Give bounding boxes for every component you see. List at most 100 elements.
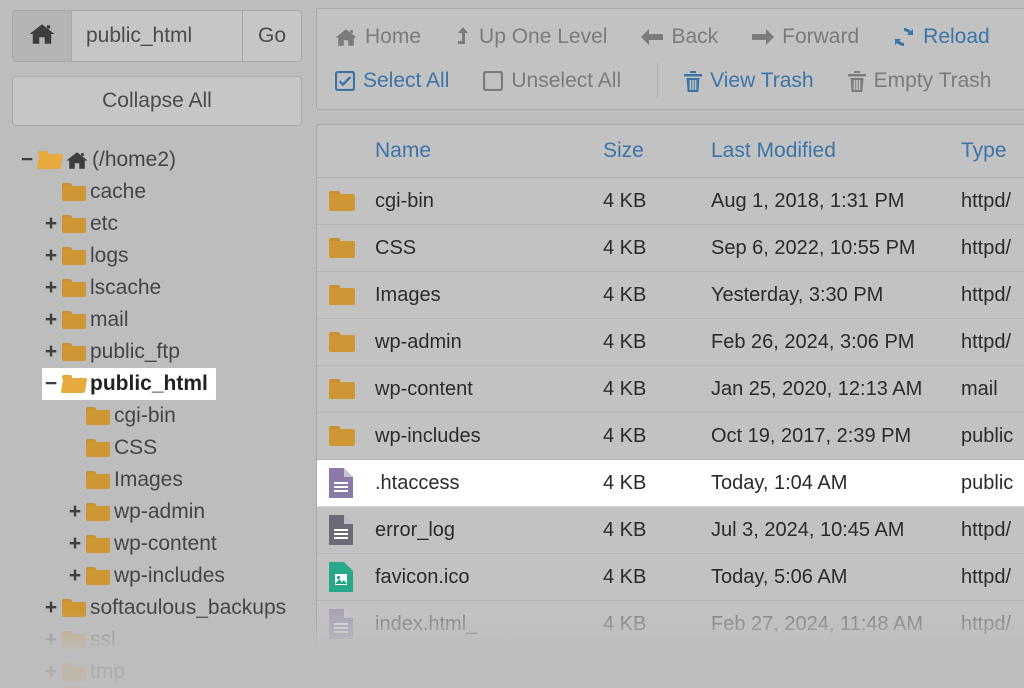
tree-item-cache[interactable]: cache: [42, 176, 302, 208]
toolbar-button-empty-trash[interactable]: Empty Trash: [847, 69, 992, 93]
expand-toggle-icon[interactable]: +: [66, 500, 84, 524]
tree-item-images[interactable]: Images: [66, 464, 302, 496]
expand-toggle-icon[interactable]: +: [42, 212, 60, 236]
toolbar-button-view-trash[interactable]: View Trash: [684, 69, 814, 93]
file-row[interactable]: wp-includes 4 KB Oct 19, 2017, 2:39 PM publ…: [317, 413, 1024, 460]
toggle-spacer: [66, 468, 84, 492]
tree-item-tmp[interactable]: + tmp: [42, 656, 302, 688]
file-row[interactable]: .htaccess 4 KB Today, 1:04 AM public: [317, 460, 1024, 507]
file-name-cell: cgi-bin: [375, 189, 434, 212]
folder-icon: [62, 311, 86, 329]
folder-icon: [86, 567, 110, 585]
file-row[interactable]: wp-admin 4 KB Feb 26, 2024, 3:06 PM httpd/: [317, 319, 1024, 366]
trash-icon: [684, 70, 703, 92]
file-type-cell: httpd/: [961, 330, 1012, 353]
file-modified-cell: Oct 19, 2017, 2:39 PM: [711, 424, 912, 447]
file-type-cell: httpd/: [961, 236, 1012, 259]
file-row[interactable]: Images 4 KB Yesterday, 3:30 PM httpd/: [317, 272, 1024, 319]
column-header-size[interactable]: Size: [603, 139, 711, 163]
folder-icon: [62, 279, 86, 297]
toolbar-button-back[interactable]: Back: [641, 25, 718, 49]
file-size-cell: 4 KB: [603, 565, 647, 588]
expand-toggle-icon[interactable]: +: [42, 308, 60, 332]
file-row[interactable]: favicon.ico 4 KB Today, 5:06 AM httpd/: [317, 554, 1024, 601]
folder-icon: [329, 285, 355, 305]
home-button[interactable]: [12, 10, 71, 62]
column-header-type[interactable]: Type: [961, 139, 1024, 163]
file-modified-cell: Today, 1:04 AM: [711, 471, 848, 494]
toolbar-button-label: View Trash: [710, 69, 814, 92]
folder-icon: [329, 426, 355, 446]
file-type-cell: public: [961, 424, 1014, 447]
column-header-last-modified[interactable]: Last Modified: [711, 139, 961, 163]
toggle-spacer: [66, 404, 84, 428]
file-type-cell: httpd/: [961, 283, 1012, 306]
file-size-cell: 4 KB: [603, 518, 647, 541]
file-row[interactable]: wp-content 4 KB Jan 25, 2020, 12:13 AM mail: [317, 366, 1024, 413]
collapse-toggle-icon[interactable]: −: [18, 148, 36, 172]
toolbar-button-reload[interactable]: Reload: [893, 25, 990, 49]
tree-item-css[interactable]: CSS: [66, 432, 302, 464]
file-size-cell: 4 KB: [603, 424, 647, 447]
toolbar-button-unselect-all[interactable]: Unselect All: [483, 69, 621, 93]
tree-item-wp-admin[interactable]: + wp-admin: [66, 496, 302, 528]
file-name-cell: favicon.ico: [375, 565, 470, 588]
tree-item-cgi-bin[interactable]: cgi-bin: [66, 400, 302, 432]
file-gray-icon: [329, 515, 353, 545]
file-table-header: Name Size Last Modified Type: [317, 125, 1024, 178]
tree-item-softaculous-backups[interactable]: + softaculous_backups: [42, 592, 302, 624]
file-icon-cell: [317, 609, 375, 639]
expand-toggle-icon[interactable]: +: [42, 276, 60, 300]
file-icon-cell: [317, 562, 375, 592]
toolbar-button-select-all[interactable]: Select All: [335, 69, 449, 93]
file-modified-cell: Aug 1, 2018, 1:31 PM: [711, 189, 905, 212]
tree-item-wp-content[interactable]: + wp-content: [66, 528, 302, 560]
go-button[interactable]: Go: [242, 10, 302, 62]
toolbar-row-actions: Select All Unselect All View Trash Empty Tr…: [317, 59, 1024, 103]
file-modified-cell: Jan 25, 2020, 12:13 AM: [711, 377, 923, 400]
tree-item-logs[interactable]: + logs: [42, 240, 302, 272]
file-icon-cell: [317, 515, 375, 545]
toolbar-button-forward[interactable]: Forward: [752, 25, 859, 49]
expand-toggle-icon[interactable]: +: [66, 532, 84, 556]
tree-item-label: Images: [114, 468, 183, 491]
home-icon: [29, 23, 55, 50]
tree-item-lscache[interactable]: + lscache: [42, 272, 302, 304]
expand-toggle-icon[interactable]: +: [42, 628, 60, 652]
toolbar-button-label: Unselect All: [511, 69, 622, 92]
tree-item-public-ftp[interactable]: + public_ftp: [42, 336, 302, 368]
expand-toggle-icon[interactable]: +: [66, 564, 84, 588]
file-row[interactable]: CSS 4 KB Sep 6, 2022, 10:55 PM httpd/: [317, 225, 1024, 272]
file-modified-cell: Sep 6, 2022, 10:55 PM: [711, 236, 916, 259]
column-header-name[interactable]: Name: [375, 139, 603, 163]
tree-item-etc[interactable]: + etc: [42, 208, 302, 240]
toolbar-button-up-one-level[interactable]: Up One Level: [455, 25, 607, 49]
tree-item--home2-[interactable]: − (/home2): [18, 144, 302, 176]
tree-item-label: softaculous_backups: [90, 596, 287, 619]
file-size-cell: 4 KB: [603, 612, 647, 635]
file-row[interactable]: error_log 4 KB Jul 3, 2024, 10:45 AM httpd/: [317, 507, 1024, 554]
tree-item-ssl[interactable]: + ssl: [42, 624, 302, 656]
expand-toggle-icon[interactable]: +: [42, 660, 60, 684]
file-table-body: cgi-bin 4 KB Aug 1, 2018, 1:31 PM httpd/CSS…: [317, 178, 1024, 648]
toolbar-button-home[interactable]: Home: [335, 25, 421, 49]
collapse-toggle-icon[interactable]: −: [42, 372, 60, 396]
collapse-all-button[interactable]: Collapse All: [12, 76, 302, 126]
tree-item-mail[interactable]: + mail: [42, 304, 302, 336]
file-row[interactable]: index.html_ 4 KB Feb 27, 2024, 11:48 AM htt…: [317, 601, 1024, 648]
file-row[interactable]: cgi-bin 4 KB Aug 1, 2018, 1:31 PM httpd/: [317, 178, 1024, 225]
tree-item-wp-includes[interactable]: + wp-includes: [66, 560, 302, 592]
tree-item-public-html[interactable]: − public_html: [42, 368, 216, 400]
path-input[interactable]: public_html: [71, 10, 242, 62]
expand-toggle-icon[interactable]: +: [42, 244, 60, 268]
toolbar-button-label: Empty Trash: [873, 69, 992, 92]
toggle-spacer: [42, 180, 60, 204]
expand-toggle-icon[interactable]: +: [42, 340, 60, 364]
tree-item-label: cache: [90, 180, 147, 203]
directory-tree-panel: public_html Go Collapse All − (/home2) ca…: [0, 0, 312, 683]
expand-toggle-icon[interactable]: +: [42, 596, 60, 620]
tree-item-label: tmp: [90, 660, 126, 683]
toolbar-button-label: Reload: [923, 25, 990, 48]
file-icon-cell: [317, 238, 375, 258]
file-purple-icon: [329, 468, 353, 498]
